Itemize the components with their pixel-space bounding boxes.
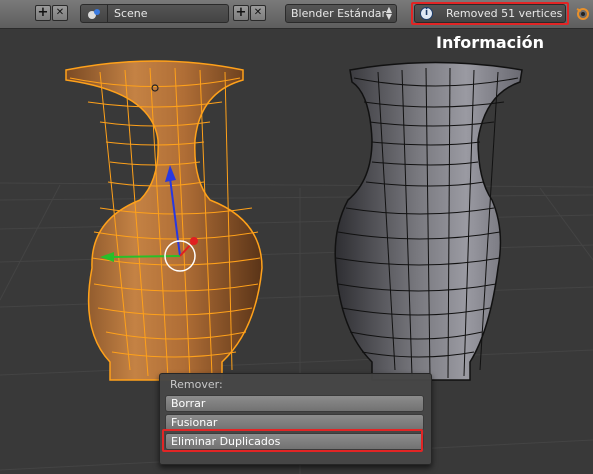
close-icon[interactable]: ✕ bbox=[52, 5, 68, 21]
vase-unselected bbox=[334, 61, 523, 381]
scene-name-field[interactable]: Scene bbox=[107, 4, 229, 23]
info-message: Removed 51 vertices bbox=[446, 7, 563, 20]
info-report[interactable]: i Removed 51 vertices bbox=[414, 4, 566, 23]
menu-item-highlight bbox=[162, 429, 423, 452]
menu-item-borrar[interactable]: Borrar bbox=[165, 395, 424, 412]
add-icon[interactable]: + bbox=[233, 5, 249, 21]
render-engine-dropdown[interactable]: Blender Estándar ▲ ▼ bbox=[285, 4, 397, 23]
info-icon: i bbox=[420, 7, 433, 20]
spinner-icon: ▲ ▼ bbox=[385, 5, 392, 21]
scene-selector[interactable] bbox=[80, 4, 108, 23]
scene-name: Scene bbox=[114, 7, 148, 20]
vase-selected bbox=[65, 60, 263, 381]
overlay-title: Información bbox=[436, 33, 545, 52]
close-icon[interactable]: ✕ bbox=[250, 5, 266, 21]
add-icon[interactable]: + bbox=[35, 5, 51, 21]
render-engine-label: Blender Estándar bbox=[291, 7, 387, 20]
scene-icon bbox=[87, 8, 100, 19]
menu-title: Remover: bbox=[170, 378, 223, 391]
render-icon[interactable] bbox=[575, 5, 591, 25]
info-header: + ✕ Scene + ✕ Blender Estándar ▲ ▼ i Remo… bbox=[0, 0, 593, 29]
